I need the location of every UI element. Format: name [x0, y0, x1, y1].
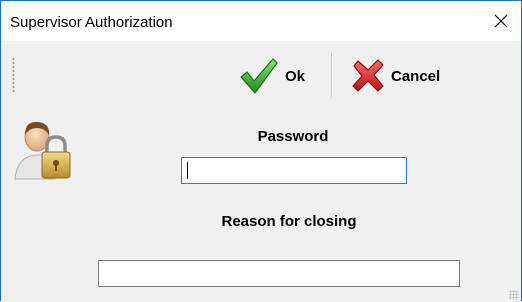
close-icon — [494, 14, 508, 28]
resize-grip[interactable] — [509, 290, 519, 300]
supervisor-authorization-dialog: Supervisor Authorization Ok Cancel Passw… — [0, 0, 522, 302]
cancel-label: Cancel — [391, 67, 441, 85]
window-title: Supervisor Authorization — [10, 14, 173, 31]
toolbar-grip[interactable] — [12, 57, 15, 93]
title-bar: Supervisor Authorization — [1, 1, 521, 41]
ok-label: Ok — [285, 67, 306, 85]
cancel-button[interactable]: Cancel — [348, 51, 440, 101]
user-lock-icon — [13, 117, 79, 190]
password-field[interactable] — [181, 157, 407, 184]
dialog-body: Ok Cancel Password Reason for closing — [1, 41, 521, 302]
red-x-icon — [352, 59, 384, 92]
ok-button[interactable]: Ok — [237, 51, 305, 101]
password-label: Password — [257, 128, 329, 145]
checkmark-icon — [240, 58, 278, 94]
reason-for-closing-field[interactable] — [98, 260, 460, 287]
text-caret — [187, 162, 188, 179]
reason-label: Reason for closing — [221, 213, 357, 230]
toolbar-separator — [331, 53, 333, 97]
close-button[interactable] — [481, 1, 521, 41]
